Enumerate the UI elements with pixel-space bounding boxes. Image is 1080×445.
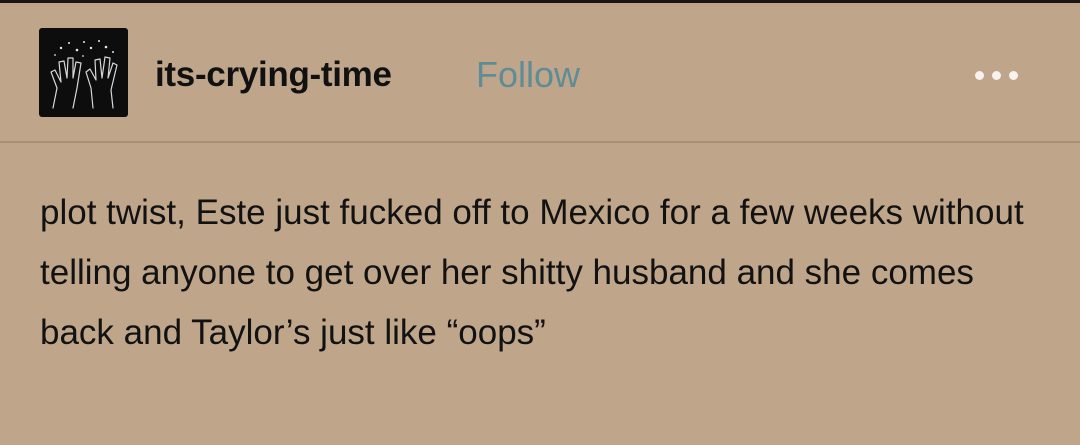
ellipsis-icon (992, 71, 1001, 80)
post-text: plot twist, Este just fucked off to Mexi… (40, 193, 1024, 352)
username-link[interactable]: its-crying-time (155, 53, 392, 97)
post-card: its-crying-time Follow plot twist, Este … (0, 3, 1080, 445)
ellipsis-icon (975, 71, 984, 80)
post-header: its-crying-time Follow (0, 3, 1080, 141)
avatar[interactable] (39, 28, 128, 117)
post-body: plot twist, Este just fucked off to Mexi… (40, 183, 1040, 363)
more-options-button[interactable] (967, 55, 1027, 95)
ellipsis-icon (1009, 71, 1018, 80)
hands-sparkles-icon (50, 40, 118, 109)
follow-button[interactable]: Follow (476, 53, 580, 97)
header-divider (0, 141, 1080, 143)
